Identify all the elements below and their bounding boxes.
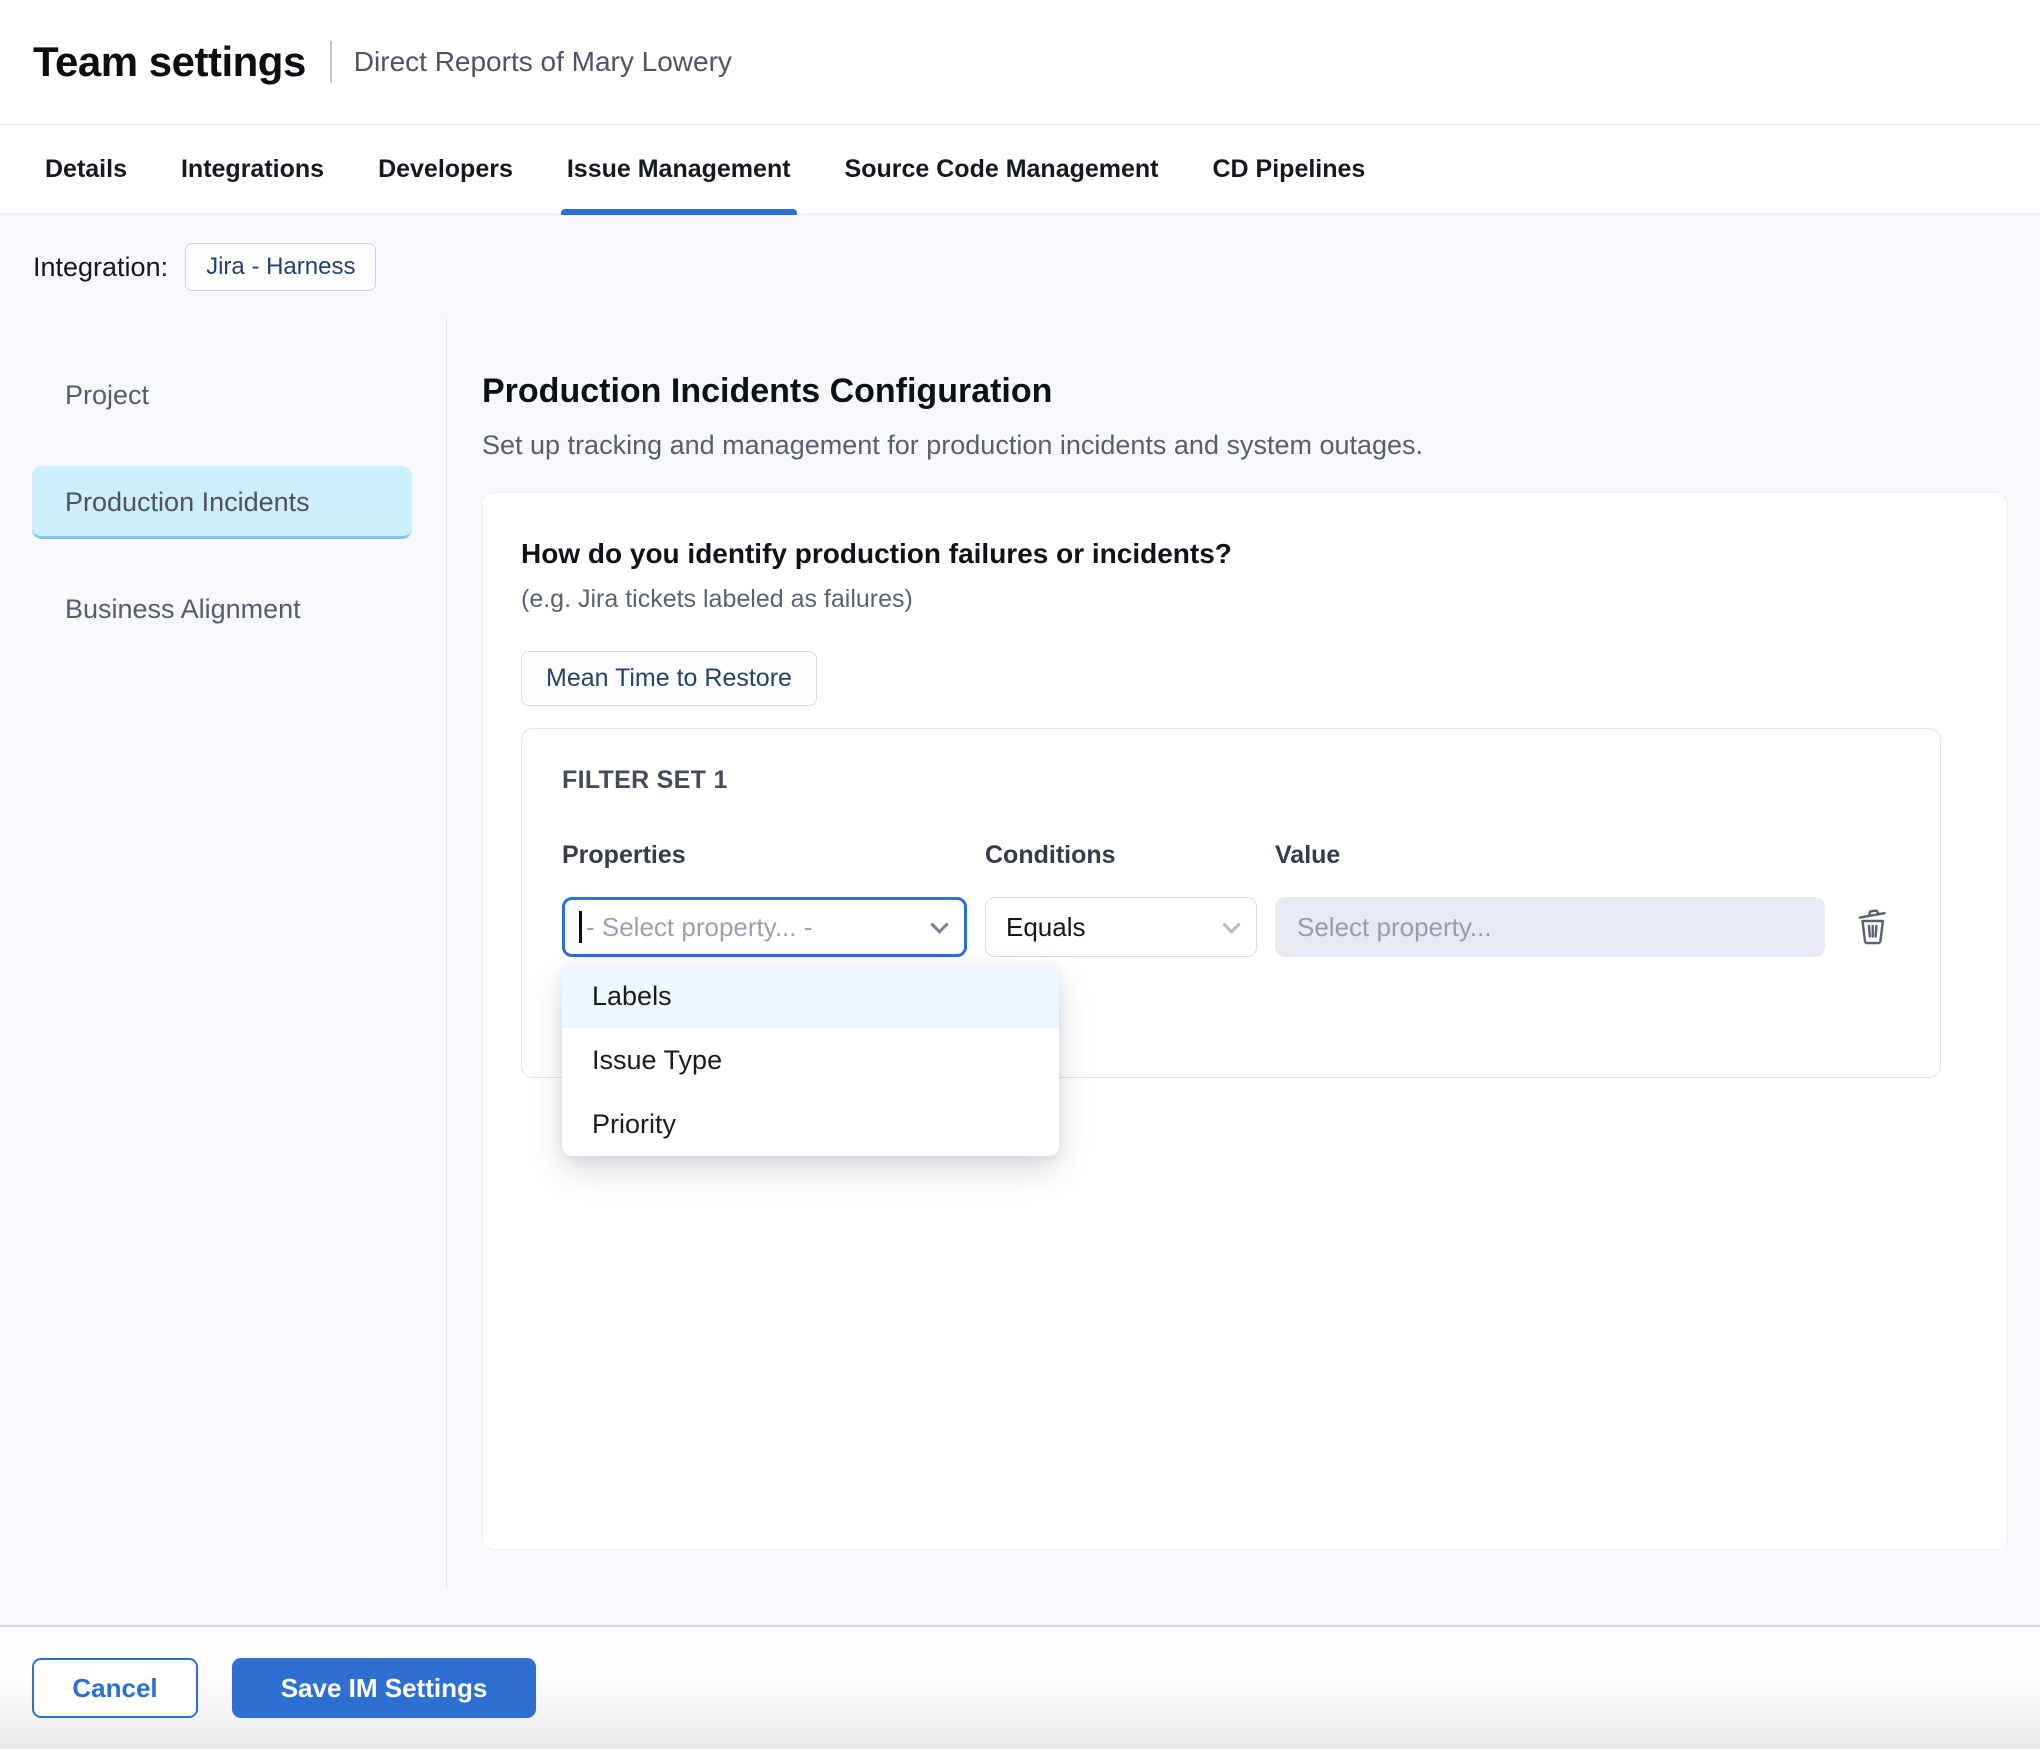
section-title: Production Incidents Configuration	[482, 371, 2008, 411]
delete-filter-button[interactable]	[1850, 904, 1896, 950]
save-im-settings-button[interactable]: Save IM Settings	[232, 1658, 536, 1718]
sidebar-item-production-incidents[interactable]: Production Incidents	[32, 466, 412, 539]
main-panel: Production Incidents Configuration Set u…	[447, 319, 2040, 1550]
tab-source-code-management[interactable]: Source Code Management	[845, 125, 1159, 214]
value-input[interactable]	[1275, 897, 1825, 957]
team-settings-page: Team settings Direct Reports of Mary Low…	[0, 0, 2040, 1750]
integration-row: Integration: Jira - Harness	[0, 215, 2040, 319]
conditions-column-label: Conditions	[985, 840, 1257, 871]
chevron-down-icon	[1222, 915, 1240, 933]
chevron-down-icon	[930, 915, 948, 933]
cancel-button[interactable]: Cancel	[32, 1658, 198, 1718]
dropdown-option-issue-type[interactable]: Issue Type	[562, 1028, 1059, 1092]
mean-time-to-restore-tab[interactable]: Mean Time to Restore	[521, 651, 817, 706]
dropdown-option-labels[interactable]: Labels	[562, 964, 1059, 1028]
tab-issue-management[interactable]: Issue Management	[567, 125, 791, 214]
sidebar-item-business-alignment[interactable]: Business Alignment	[32, 573, 412, 646]
property-select-placeholder: - Select property... -	[586, 912, 933, 943]
properties-column-label: Properties	[562, 840, 967, 871]
title-divider	[330, 41, 332, 83]
condition-select[interactable]: Equals	[985, 897, 1257, 957]
tab-bar: Details Integrations Developers Issue Ma…	[0, 125, 2040, 215]
section-subtitle: Set up tracking and management for produ…	[482, 429, 2008, 462]
incidents-config-card: How do you identify production failures …	[482, 492, 2008, 1550]
filter-set-title: FILTER SET 1	[562, 765, 1900, 796]
page-subtitle: Direct Reports of Mary Lowery	[354, 46, 732, 78]
page-title: Team settings	[33, 38, 306, 86]
page-header: Team settings Direct Reports of Mary Low…	[0, 0, 2040, 125]
settings-sidebar: Project Production Incidents Business Al…	[0, 319, 447, 1589]
filter-controls-row: - Select property... - Labels Issue Type…	[562, 897, 1900, 957]
property-select[interactable]: - Select property... - Labels Issue Type…	[562, 897, 967, 957]
value-column-label: Value	[1275, 840, 1825, 871]
content-area: Integration: Jira - Harness Project Prod…	[0, 215, 2040, 1625]
condition-select-value: Equals	[1006, 912, 1225, 943]
text-caret	[579, 911, 582, 943]
content-columns: Project Production Incidents Business Al…	[0, 319, 2040, 1625]
property-dropdown: Labels Issue Type Priority	[562, 964, 1059, 1156]
identify-incidents-question: How do you identify production failures …	[521, 537, 1969, 571]
trash-icon	[1850, 904, 1896, 950]
tab-integrations[interactable]: Integrations	[181, 125, 324, 214]
dropdown-option-priority[interactable]: Priority	[562, 1092, 1059, 1156]
page-footer: Cancel Save IM Settings	[0, 1625, 2040, 1749]
identify-incidents-hint: (e.g. Jira tickets labeled as failures)	[521, 584, 1969, 615]
integration-label: Integration:	[33, 252, 168, 283]
filter-set-panel: FILTER SET 1 Properties Conditions Value…	[521, 728, 1941, 1078]
tab-developers[interactable]: Developers	[378, 125, 513, 214]
tab-details[interactable]: Details	[45, 125, 127, 214]
filter-column-labels: Properties Conditions Value	[562, 840, 1900, 871]
tab-cd-pipelines[interactable]: CD Pipelines	[1213, 125, 1366, 214]
integration-chip[interactable]: Jira - Harness	[185, 243, 376, 291]
sidebar-item-project[interactable]: Project	[32, 359, 412, 432]
